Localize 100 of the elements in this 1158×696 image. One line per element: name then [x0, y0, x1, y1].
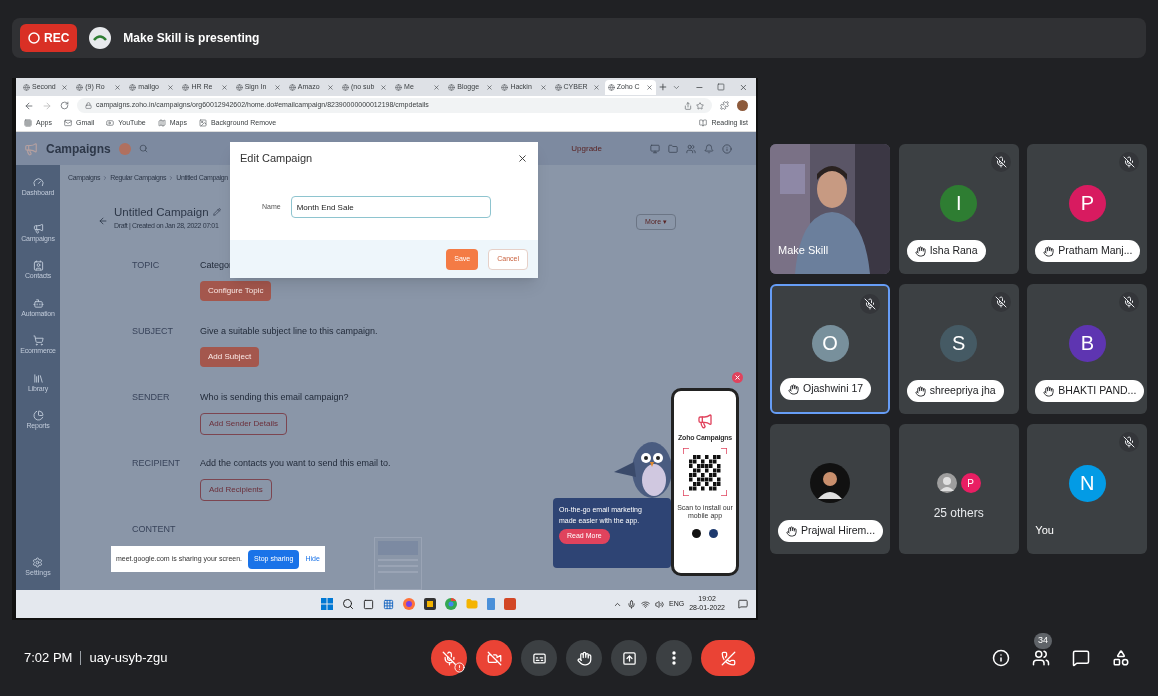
- mail-icon: [63, 119, 72, 127]
- settings-icon: [32, 556, 44, 568]
- users-icon[interactable]: [686, 143, 696, 154]
- people-count-badge: 34: [1034, 633, 1052, 649]
- back-arrow-icon[interactable]: [98, 215, 108, 226]
- close-tab-icon[interactable]: [539, 83, 547, 91]
- edit-icon[interactable]: [212, 208, 221, 217]
- avatar: O: [811, 324, 849, 362]
- close-tab-icon[interactable]: [114, 83, 122, 91]
- monitor-icon[interactable]: [650, 143, 660, 154]
- pie-chart-icon: [32, 410, 44, 421]
- forward-icon[interactable]: [42, 100, 52, 111]
- star-icon[interactable]: [696, 101, 704, 110]
- activities-icon[interactable]: [1112, 649, 1130, 667]
- more-icon: [672, 651, 676, 665]
- avatar: I: [940, 184, 978, 222]
- widgets-icon[interactable]: [383, 598, 394, 610]
- avatar: P: [1068, 184, 1106, 222]
- participant-name: Prajwal Hirem...: [801, 523, 876, 539]
- add-button[interactable]: Configure Topic: [200, 280, 272, 301]
- camera-button[interactable]: [476, 640, 512, 676]
- close-tab-icon[interactable]: [167, 83, 175, 91]
- participant-tile[interactable]: Prajwal Hirem...: [770, 424, 890, 554]
- close-tab-icon[interactable]: [220, 83, 228, 91]
- volume-icon[interactable]: [655, 599, 665, 609]
- office-icon[interactable]: [504, 598, 516, 610]
- globe-icon: [288, 83, 296, 91]
- library-icon: [32, 372, 44, 384]
- people-icon[interactable]: [1032, 649, 1050, 667]
- phone-icon: [720, 650, 736, 666]
- profile-icon[interactable]: [737, 100, 748, 111]
- end-call-button[interactable]: [701, 640, 755, 676]
- close-tab-icon[interactable]: [380, 83, 388, 91]
- upgrade-link[interactable]: Upgrade: [571, 142, 602, 155]
- dashboard-icon: [32, 177, 44, 188]
- close-tab-icon[interactable]: [61, 83, 69, 91]
- close-tab-icon[interactable]: [486, 83, 494, 91]
- close-promo-icon[interactable]: [732, 372, 743, 383]
- notifications-icon[interactable]: [738, 599, 748, 609]
- close-tab-icon[interactable]: [645, 83, 653, 91]
- participant-tile[interactable]: B BHAKTI PAND...: [1027, 284, 1148, 414]
- close-icon[interactable]: [517, 152, 528, 164]
- new-tab-icon[interactable]: [657, 82, 668, 92]
- participant-tile[interactable]: I Isha Rana: [898, 144, 1019, 274]
- participant-tile[interactable]: N You: [1027, 424, 1148, 554]
- globe-icon: [23, 83, 30, 91]
- network-icon[interactable]: [641, 599, 651, 609]
- search-icon[interactable]: [342, 598, 354, 610]
- section-label: SUBJECT: [132, 325, 174, 339]
- browser-app-icon[interactable]: [403, 598, 415, 610]
- mic-off-icon: [441, 650, 457, 666]
- participant-name: You: [1035, 522, 1054, 538]
- close-tab-icon[interactable]: [592, 83, 600, 91]
- captions-button[interactable]: [521, 640, 557, 676]
- help-icon[interactable]: [722, 143, 732, 154]
- mic-tray-icon[interactable]: [627, 599, 637, 609]
- participant-name: Pratham Manj...: [1058, 243, 1133, 259]
- microphone-button[interactable]: [431, 640, 467, 676]
- share-icon[interactable]: [684, 101, 692, 110]
- participant-tile[interactable]: P 25 others: [898, 424, 1019, 554]
- raise-hand-button[interactable]: [566, 640, 602, 676]
- robot-icon: [32, 297, 44, 309]
- megaphone-icon: [32, 222, 44, 234]
- maximize-icon[interactable]: [717, 83, 726, 91]
- participant-tile[interactable]: S shreepriya jha: [898, 284, 1019, 414]
- name-input-field[interactable]: Month End Sale: [290, 196, 491, 218]
- image-icon: [198, 119, 207, 127]
- close-tab-icon[interactable]: [326, 83, 334, 91]
- section-label: CONTENT: [132, 523, 177, 537]
- section-label: TOPIC: [132, 259, 161, 273]
- info-icon[interactable]: [992, 649, 1010, 667]
- folder-icon[interactable]: [668, 143, 678, 154]
- play-store-icon[interactable]: [709, 529, 718, 538]
- chat-icon[interactable]: [1072, 649, 1090, 667]
- meeting-time: 7:02 PM: [24, 649, 73, 668]
- app-store-icon[interactable]: [692, 529, 701, 538]
- app-icon[interactable]: [424, 598, 436, 610]
- participant-tile[interactable]: Make Skill: [770, 144, 890, 274]
- back-icon[interactable]: [24, 100, 34, 111]
- chrome-icon[interactable]: [445, 598, 457, 610]
- section-label: SENDER: [132, 391, 171, 405]
- globe-icon: [76, 83, 84, 91]
- bell-icon[interactable]: [704, 143, 714, 154]
- start-icon[interactable]: [321, 598, 333, 610]
- task-view-icon[interactable]: [363, 598, 374, 610]
- book-icon: [699, 119, 708, 127]
- present-button[interactable]: [611, 640, 647, 676]
- add-button[interactable]: Add Subject: [200, 346, 260, 367]
- contact-card-icon: [32, 260, 44, 271]
- reload-icon[interactable]: [60, 101, 69, 110]
- participant-name: Make Skill: [778, 242, 829, 258]
- participant-tile[interactable]: O Ojashwini 17: [770, 284, 890, 414]
- avatar: P: [960, 473, 981, 493]
- campaign-title: Untitled Campaign: [114, 204, 209, 220]
- more-options-button[interactable]: [656, 640, 692, 676]
- close-tab-icon[interactable]: [273, 83, 281, 91]
- grid-icon: [24, 119, 32, 127]
- extensions-icon[interactable]: [720, 101, 729, 110]
- participant-tile[interactable]: P Pratham Manj...: [1027, 144, 1148, 274]
- close-tab-icon[interactable]: [433, 83, 441, 91]
